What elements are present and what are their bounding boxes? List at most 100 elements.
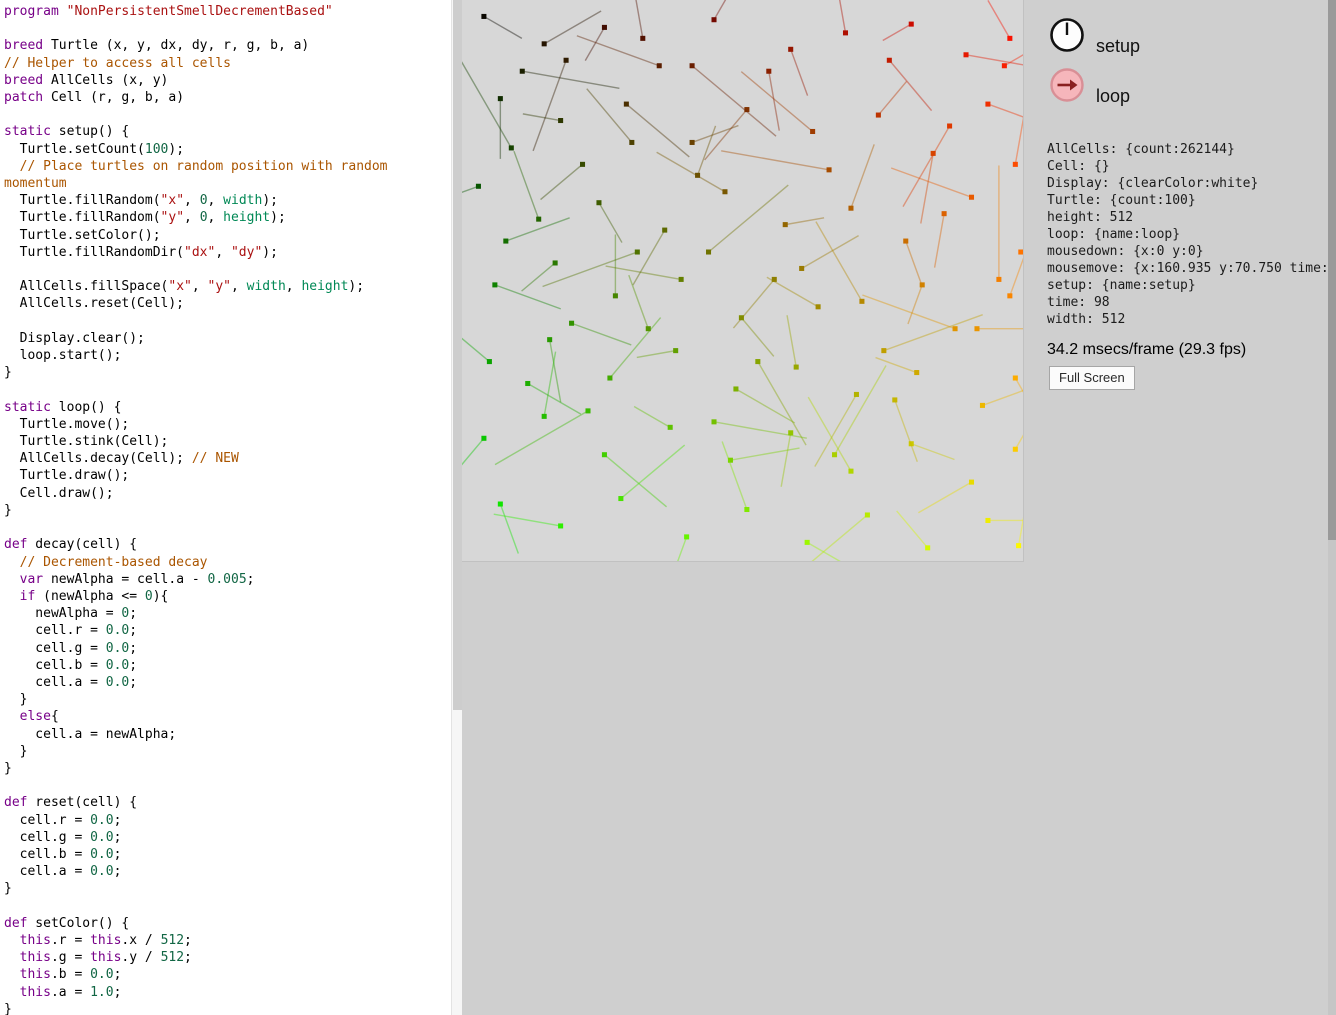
fps-readout: 34.2 msecs/frame (29.3 fps) (1047, 341, 1246, 359)
code-line: AllCells.fillSpace("x", "y", width, heig… (4, 278, 451, 295)
code-line: cell.a = 0.0; (4, 863, 451, 880)
turtle-dot (816, 304, 821, 309)
code-line: momentum (4, 175, 451, 192)
turtle-dot (794, 365, 799, 370)
turtle-dot (618, 496, 623, 501)
turtle-dot (684, 534, 689, 539)
turtle-dot (657, 63, 662, 68)
turtle-trail (629, 275, 648, 329)
turtle-trail (741, 318, 773, 357)
turtle-dot (481, 14, 486, 19)
loop-button-label: loop (1096, 86, 1130, 107)
turtle-trail (758, 362, 806, 446)
code-line: cell.b = 0.0; (4, 657, 451, 674)
code-editor-scrollbar[interactable] (451, 0, 462, 1015)
turtle-trail (802, 236, 859, 269)
turtle-trail (462, 186, 478, 204)
code-content: program "NonPersistentSmellDecrementBase… (0, 0, 451, 1015)
code-line: this.r = this.x / 512; (4, 932, 451, 949)
turtle-trail (908, 285, 922, 324)
turtle-dot (964, 52, 969, 57)
turtle-dot (1018, 249, 1023, 254)
turtle-trail (621, 445, 685, 499)
turtle-trail (1019, 468, 1023, 546)
turtle-dot (596, 200, 601, 205)
code-line: def setColor() { (4, 915, 451, 932)
turtle-dot (602, 25, 607, 30)
turtle-trail (637, 351, 676, 358)
page-scrollbar-thumb[interactable] (1328, 0, 1336, 540)
turtle-dot (525, 381, 530, 386)
code-line (4, 777, 451, 794)
turtle-trail (604, 455, 666, 507)
turtle-dot (498, 502, 503, 507)
turtle-trail (544, 352, 555, 417)
simulation-canvas[interactable] (462, 0, 1024, 562)
state-line: Cell: {} (1047, 158, 1336, 175)
turtle-dot (996, 277, 1001, 282)
turtle-trail (523, 114, 561, 121)
turtle-dot (635, 249, 640, 254)
setup-button[interactable]: setup (1049, 17, 1140, 57)
turtle-trail (897, 511, 928, 548)
code-line: // Helper to access all cells (4, 55, 451, 72)
turtle-trail (599, 203, 622, 243)
code-line (4, 313, 451, 330)
code-editor[interactable]: program "NonPersistentSmellDecrementBase… (0, 0, 451, 1015)
turtle-trail (982, 381, 1023, 406)
turtle-dot (668, 425, 673, 430)
turtle-dot (892, 397, 897, 402)
turtle-trail (528, 383, 581, 414)
turtle-trail (587, 89, 632, 143)
turtle-dot (766, 69, 771, 74)
turtle-dot (558, 118, 563, 123)
turtle-dot (876, 113, 881, 118)
turtle-trail (541, 164, 583, 199)
code-line: AllCells.reset(Cell); (4, 295, 451, 312)
turtle-dot (914, 370, 919, 375)
full-screen-button[interactable]: Full Screen (1049, 366, 1135, 390)
code-line: Turtle.stink(Cell); (4, 433, 451, 450)
turtle-trail (672, 537, 687, 561)
turtle-trail (878, 81, 906, 115)
turtle-trail (918, 482, 971, 513)
code-line (4, 106, 451, 123)
turtle-dot (498, 96, 503, 101)
turtle-dot (509, 145, 514, 150)
code-line (4, 898, 451, 915)
turtle-dot (536, 217, 541, 222)
turtle-trail (657, 152, 725, 191)
turtle-trail (722, 442, 747, 510)
turtle-trail (895, 400, 917, 462)
turtle-dot (476, 184, 481, 189)
loop-button[interactable]: loop (1049, 67, 1130, 107)
turtle-trail (462, 48, 511, 148)
code-line: this.a = 1.0; (4, 984, 451, 1001)
turtle-dot (854, 392, 859, 397)
turtle-dot (553, 260, 558, 265)
turtle-dot (974, 326, 979, 331)
turtle-trail (966, 55, 1023, 68)
turtle-dot (1002, 63, 1007, 68)
code-line: breed AllCells (x, y) (4, 72, 451, 89)
turtle-dot (629, 140, 634, 145)
turtle-trail (544, 11, 601, 44)
turtle-trail (610, 318, 661, 378)
turtle-trail (769, 71, 779, 130)
turtle-trail (495, 285, 561, 309)
page-scrollbar[interactable] (1328, 0, 1336, 1015)
turtle-dot (1016, 543, 1021, 548)
state-readout: AllCells: {count:262144}Cell: {}Display:… (1047, 141, 1336, 331)
setup-button-label: setup (1096, 36, 1140, 57)
turtle-dot (690, 63, 695, 68)
turtle-dot (980, 403, 985, 408)
turtle-dot (613, 293, 618, 298)
turtle-trail (462, 331, 489, 362)
turtle-trail (721, 151, 829, 170)
turtle-trail (714, 422, 807, 438)
turtle-dot (564, 58, 569, 63)
code-scrollbar-thumb[interactable] (453, 0, 462, 710)
code-line: } (4, 880, 451, 897)
turtle-trail (714, 0, 741, 20)
code-line: this.b = 0.0; (4, 966, 451, 983)
